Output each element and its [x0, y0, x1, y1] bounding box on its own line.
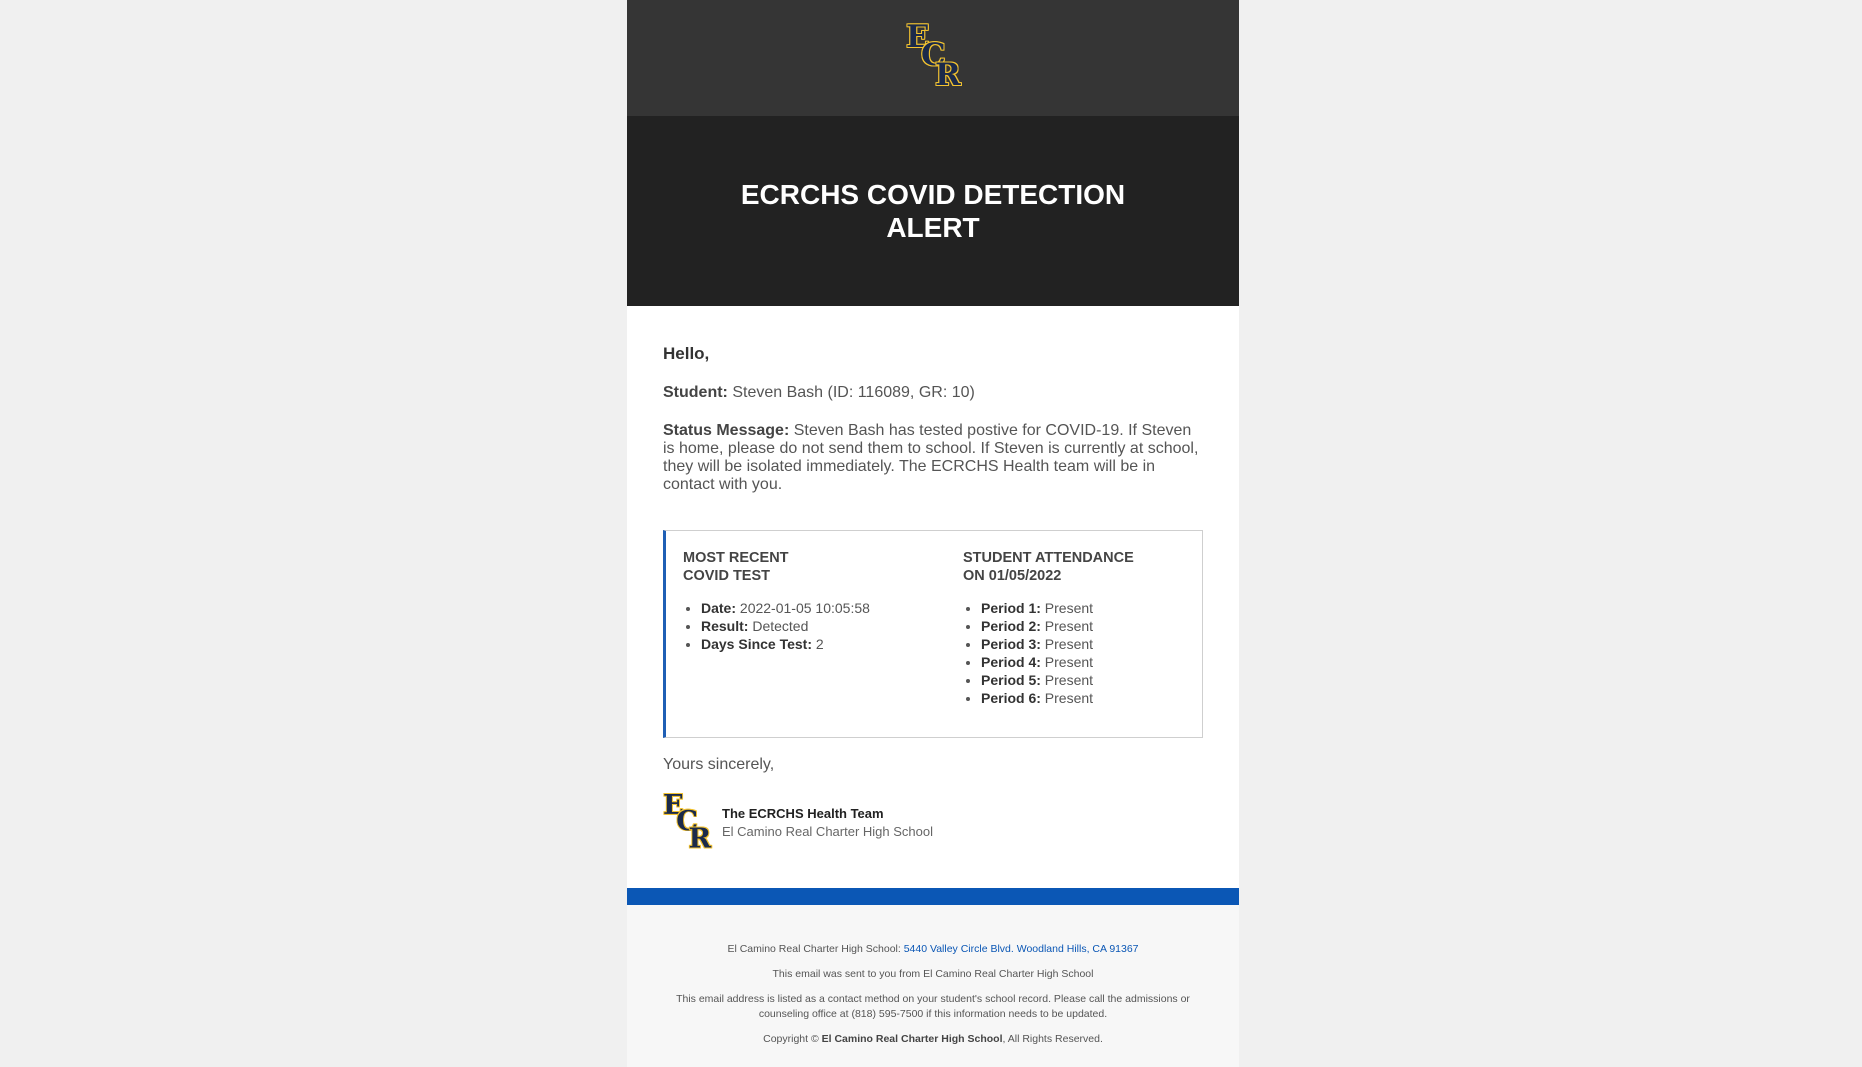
covid-test-section: MOST RECENT COVID TEST Date: 2022-01-05 … — [683, 549, 943, 653]
list-item: Period 3: Present — [981, 635, 1203, 653]
ecr-logo: E C R — [906, 22, 962, 92]
list-item: Days Since Test: 2 — [701, 635, 943, 653]
address-link[interactable]: 5440 Valley Circle Blvd. Woodland Hills,… — [904, 943, 1139, 955]
email-container: E C R ECRCHS COVID DETECTION ALERT Hello… — [627, 0, 1239, 1067]
covid-test-list: Date: 2022-01-05 10:05:58 Result: Detect… — [683, 599, 943, 653]
item-label: Period 4: — [981, 654, 1041, 670]
attendance-heading-line2: ON 01/05/2022 — [963, 568, 1062, 584]
footer-address: El Camino Real Charter High School: 5440… — [627, 942, 1239, 957]
signature-text: The ECRCHS Health Team El Camino Real Ch… — [722, 805, 933, 841]
email-title: ECRCHS COVID DETECTION ALERT — [740, 179, 1126, 243]
item-value: Present — [1044, 690, 1094, 706]
list-item: Period 4: Present — [981, 653, 1203, 671]
signature-logo: E C R — [663, 792, 712, 854]
attendance-list: Period 1: Present Period 2: Present Peri… — [963, 599, 1203, 707]
list-item: Result: Detected — [701, 617, 943, 635]
copyright-suffix: , All Rights Reserved. — [1002, 1033, 1103, 1045]
email-footer: El Camino Real Charter High School: 5440… — [627, 905, 1239, 1067]
item-label: Period 1: — [981, 600, 1041, 616]
item-label: Period 6: — [981, 690, 1041, 706]
student-line: Student: Steven Bash (ID: 116089, GR: 10… — [663, 384, 1203, 402]
list-item: Period 5: Present — [981, 671, 1203, 689]
footer-contact-note: This email address is listed as a contac… — [676, 993, 1190, 1020]
email-content: Hello, Student: Steven Bash (ID: 116089,… — [627, 344, 1239, 854]
footer-copyright: Copyright © El Camino Real Charter High … — [627, 1032, 1239, 1047]
attendance-section: STUDENT ATTENDANCE ON 01/05/2022 Period … — [963, 549, 1203, 707]
item-label: Days Since Test: — [701, 636, 813, 652]
closing: Yours sincerely, — [663, 756, 775, 773]
list-item: Period 6: Present — [981, 689, 1203, 707]
item-value: Detected — [752, 618, 809, 634]
item-value: Present — [1044, 672, 1094, 688]
logo-letter-r: R — [935, 57, 961, 93]
status-message: Status Message: Steven Bash has tested p… — [663, 422, 1203, 494]
logo-letter-r: R — [688, 822, 712, 855]
covid-test-heading-line2: COVID TEST — [683, 568, 771, 584]
covid-test-heading: MOST RECENT COVID TEST — [683, 549, 943, 585]
copyright-name: El Camino Real Charter High School — [821, 1033, 1003, 1045]
item-label: Period 5: — [981, 672, 1041, 688]
item-value: 2 — [815, 636, 824, 652]
item-label: Period 3: — [981, 636, 1041, 652]
item-value: 2022-01-05 10:05:58 — [739, 600, 870, 616]
signature-team: The ECRCHS Health Team — [722, 806, 884, 821]
list-item: Date: 2022-01-05 10:05:58 — [701, 599, 943, 617]
item-value: Present — [1044, 618, 1094, 634]
copyright-prefix: Copyright © — [763, 1033, 819, 1045]
attendance-heading: STUDENT ATTENDANCE ON 01/05/2022 — [963, 549, 1203, 585]
student-label: Student: — [663, 384, 728, 401]
logo-band: E C R — [627, 0, 1239, 116]
footer-sent-from: This email was sent to you from El Camin… — [772, 968, 1094, 980]
list-item: Period 2: Present — [981, 617, 1203, 635]
covid-test-heading-line1: MOST RECENT — [683, 550, 789, 566]
student-value: Steven Bash (ID: 116089, GR: 10) — [732, 384, 975, 401]
signature-block: E C R The ECRCHS Health Team El Camino R… — [663, 792, 1203, 854]
status-label: Status Message: — [663, 422, 790, 439]
attendance-heading-line1: STUDENT ATTENDANCE — [963, 550, 1134, 566]
title-band: ECRCHS COVID DETECTION ALERT — [627, 116, 1239, 306]
item-label: Period 2: — [981, 618, 1041, 634]
list-item: Period 1: Present — [981, 599, 1203, 617]
greeting: Hello, — [663, 344, 710, 363]
item-label: Result: — [701, 618, 749, 634]
info-card: MOST RECENT COVID TEST Date: 2022-01-05 … — [663, 530, 1203, 738]
footer-divider-bar — [627, 888, 1239, 905]
item-value: Present — [1044, 654, 1094, 670]
footer-address-prefix: El Camino Real Charter High School: — [727, 943, 901, 955]
item-label: Date: — [701, 600, 737, 616]
signature-school: El Camino Real Charter High School — [722, 824, 933, 839]
item-value: Present — [1044, 636, 1094, 652]
item-value: Present — [1044, 600, 1094, 616]
